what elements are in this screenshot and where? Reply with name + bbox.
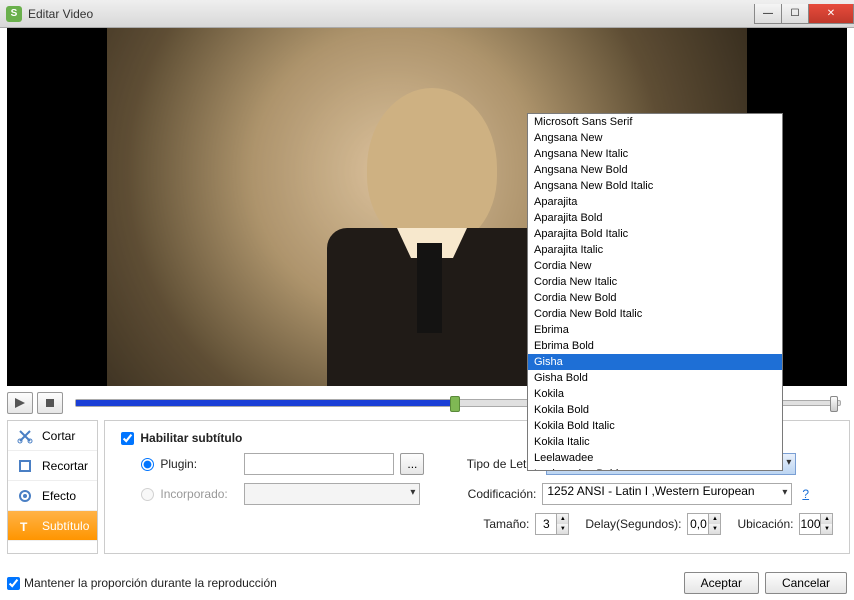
font-option[interactable]: Angsana New Bold Italic bbox=[528, 178, 782, 194]
incorporado-radio[interactable] bbox=[141, 488, 154, 501]
close-button[interactable]: ✕ bbox=[808, 4, 854, 24]
plugin-path-input[interactable] bbox=[244, 453, 394, 475]
app-icon: S bbox=[6, 6, 22, 22]
font-option[interactable]: Gisha bbox=[528, 354, 782, 370]
keep-ratio-label: Mantener la proporción durante la reprod… bbox=[24, 576, 277, 590]
tamano-label: Tamaño: bbox=[451, 517, 529, 531]
tab-efecto-label: Efecto bbox=[42, 489, 76, 503]
font-option[interactable]: Kokila bbox=[528, 386, 782, 402]
ubicacion-label: Ubicación: bbox=[737, 517, 793, 531]
text-icon: T bbox=[16, 517, 34, 535]
font-option[interactable]: Aparajita Bold bbox=[528, 210, 782, 226]
svg-text:T: T bbox=[20, 520, 28, 534]
tab-cortar[interactable]: Cortar bbox=[8, 421, 97, 451]
footer: Mantener la proporción durante la reprod… bbox=[7, 572, 847, 594]
effect-icon bbox=[16, 487, 34, 505]
plugin-radio[interactable] bbox=[141, 458, 154, 471]
minimize-button[interactable]: — bbox=[754, 4, 782, 24]
font-option[interactable]: Angsana New Bold bbox=[528, 162, 782, 178]
tab-subtitulo[interactable]: T Subtítulo bbox=[8, 511, 97, 541]
font-option[interactable]: Kokila Bold bbox=[528, 402, 782, 418]
stop-button[interactable] bbox=[37, 392, 63, 414]
font-option[interactable]: Cordia New bbox=[528, 258, 782, 274]
scissors-icon bbox=[16, 427, 34, 445]
font-option[interactable]: Aparajita Italic bbox=[528, 242, 782, 258]
font-option[interactable]: Leelawadee bbox=[528, 450, 782, 466]
side-tabs: Cortar Recortar Efecto T Subtítulo bbox=[7, 420, 98, 554]
cancel-button[interactable]: Cancelar bbox=[765, 572, 847, 594]
font-option[interactable]: Kokila Italic bbox=[528, 434, 782, 450]
maximize-button[interactable]: ☐ bbox=[781, 4, 809, 24]
font-option[interactable]: Leelawadee Bold bbox=[528, 466, 782, 470]
tab-recortar-label: Recortar bbox=[42, 459, 88, 473]
font-option[interactable]: Cordia New Bold bbox=[528, 290, 782, 306]
font-option[interactable]: Cordia New Italic bbox=[528, 274, 782, 290]
font-option[interactable]: Aparajita bbox=[528, 194, 782, 210]
enable-subtitle-label: Habilitar subtítulo bbox=[140, 431, 242, 445]
keep-ratio-checkbox[interactable] bbox=[7, 577, 20, 590]
delay-label: Delay(Segundos): bbox=[585, 517, 681, 531]
font-option[interactable]: Gisha Bold bbox=[528, 370, 782, 386]
browse-button[interactable]: ... bbox=[400, 453, 424, 475]
volume-slider[interactable] bbox=[781, 400, 841, 406]
codificacion-label: Codificación: bbox=[458, 487, 536, 501]
tab-cortar-label: Cortar bbox=[42, 429, 75, 443]
encoding-select[interactable]: 1252 ANSI - Latin I ,Western European bbox=[542, 483, 792, 505]
font-option[interactable]: Microsoft Sans Serif bbox=[528, 114, 782, 130]
font-option[interactable]: Aparajita Bold Italic bbox=[528, 226, 782, 242]
tamano-spinner[interactable]: ▲▼ bbox=[535, 513, 569, 535]
font-option[interactable]: Angsana New Italic bbox=[528, 146, 782, 162]
tab-subtitulo-label: Subtítulo bbox=[42, 519, 89, 533]
play-button[interactable] bbox=[7, 392, 33, 414]
titlebar: S Editar Video — ☐ ✕ bbox=[0, 0, 854, 28]
font-option[interactable]: Ebrima bbox=[528, 322, 782, 338]
window-title: Editar Video bbox=[28, 7, 93, 21]
help-link[interactable]: ? bbox=[802, 487, 809, 501]
plugin-label: Plugin: bbox=[160, 457, 238, 471]
crop-icon bbox=[16, 457, 34, 475]
incorporado-label: Incorporado: bbox=[160, 487, 238, 501]
font-dropdown-list[interactable]: Microsoft Sans SerifAngsana NewAngsana N… bbox=[527, 113, 783, 471]
accept-button[interactable]: Aceptar bbox=[684, 572, 759, 594]
font-option[interactable]: Cordia New Bold Italic bbox=[528, 306, 782, 322]
window-buttons: — ☐ ✕ bbox=[755, 4, 854, 24]
font-option[interactable]: Ebrima Bold bbox=[528, 338, 782, 354]
delay-spinner[interactable]: ▲▼ bbox=[687, 513, 721, 535]
font-option[interactable]: Angsana New bbox=[528, 130, 782, 146]
tab-recortar[interactable]: Recortar bbox=[8, 451, 97, 481]
enable-subtitle-checkbox[interactable] bbox=[121, 432, 134, 445]
tab-efecto[interactable]: Efecto bbox=[8, 481, 97, 511]
ubicacion-spinner[interactable]: ▲▼ bbox=[799, 513, 833, 535]
font-option[interactable]: Kokila Bold Italic bbox=[528, 418, 782, 434]
volume-thumb[interactable] bbox=[830, 396, 838, 412]
incorporado-select bbox=[244, 483, 420, 505]
seek-thumb[interactable] bbox=[450, 396, 460, 412]
